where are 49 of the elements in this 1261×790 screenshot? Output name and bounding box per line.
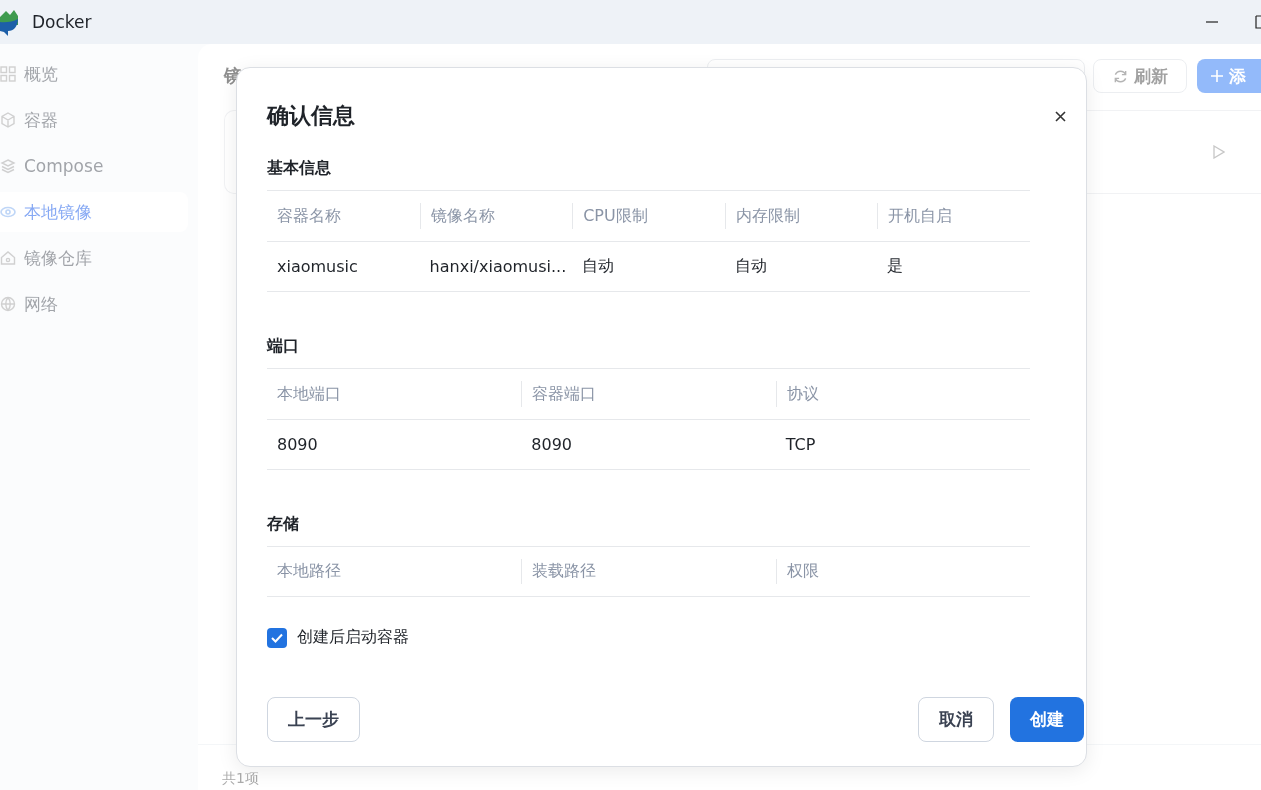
- column-header: 容器名称: [276, 204, 342, 227]
- column-header: 开机自启: [877, 203, 1030, 229]
- cube-icon: [0, 112, 16, 128]
- layers-icon: [0, 158, 16, 174]
- close-icon: [1054, 110, 1066, 122]
- table-cell-text: 自动: [733, 255, 768, 277]
- sidebar-item[interactable]: 概览: [0, 54, 188, 94]
- section-title: 存储: [267, 514, 300, 535]
- refresh-icon: [1112, 68, 1128, 84]
- create-button[interactable]: 创建: [1010, 697, 1084, 742]
- globe-icon: [0, 296, 16, 312]
- column-header: 装载路径: [521, 559, 776, 584]
- sidebar-item[interactable]: 镜像仓库: [0, 238, 188, 278]
- sidebar-item[interactable]: 本地镜像: [0, 192, 188, 232]
- house-icon: [0, 250, 16, 266]
- column-header: 容器端口: [521, 381, 776, 407]
- table-cell-text: xiaomusic: [276, 256, 359, 278]
- table-cell-text: hanxi/xiaomusi...: [428, 256, 568, 278]
- sidebar-item[interactable]: 容器: [0, 100, 188, 140]
- column-header: 本地路径: [276, 560, 342, 582]
- check-icon: [271, 632, 283, 643]
- item-count: 共1项: [222, 770, 259, 786]
- plus-icon: [1211, 70, 1223, 82]
- column-header: 协议: [775, 381, 1030, 407]
- column-header: 内存限制: [724, 203, 878, 229]
- section-title: 基本信息: [267, 158, 332, 179]
- cancel-button[interactable]: 取消: [918, 697, 994, 742]
- section-title: 端口: [267, 336, 300, 357]
- column-header: 本地端口: [276, 382, 342, 405]
- table-cell-text: TCP: [784, 434, 817, 456]
- sidebar-item[interactable]: Compose: [0, 146, 188, 186]
- app-title: Docker: [32, 12, 92, 32]
- column-header: CPU限制: [572, 203, 725, 229]
- add-button[interactable]: 添: [1197, 59, 1261, 93]
- sidebar-item[interactable]: 网络: [0, 284, 188, 324]
- column-header: 权限: [775, 559, 1030, 584]
- grid-icon: [0, 66, 16, 82]
- column-header: 镜像名称: [419, 203, 573, 229]
- checkbox[interactable]: [267, 627, 287, 648]
- maximize-icon[interactable]: [1255, 15, 1261, 29]
- eye-icon: [0, 204, 16, 220]
- table-cell-text: 8090: [276, 434, 319, 456]
- dialog-title: 确认信息: [267, 102, 355, 130]
- table-cell-text: 自动: [581, 255, 616, 277]
- back-button[interactable]: 上一步: [267, 697, 360, 742]
- refresh-button[interactable]: 刷新: [1093, 59, 1187, 93]
- table-cell-text: 是: [886, 255, 905, 277]
- checkbox-label: 创建后启动容器: [297, 627, 409, 648]
- table-cell-text: 8090: [530, 434, 574, 456]
